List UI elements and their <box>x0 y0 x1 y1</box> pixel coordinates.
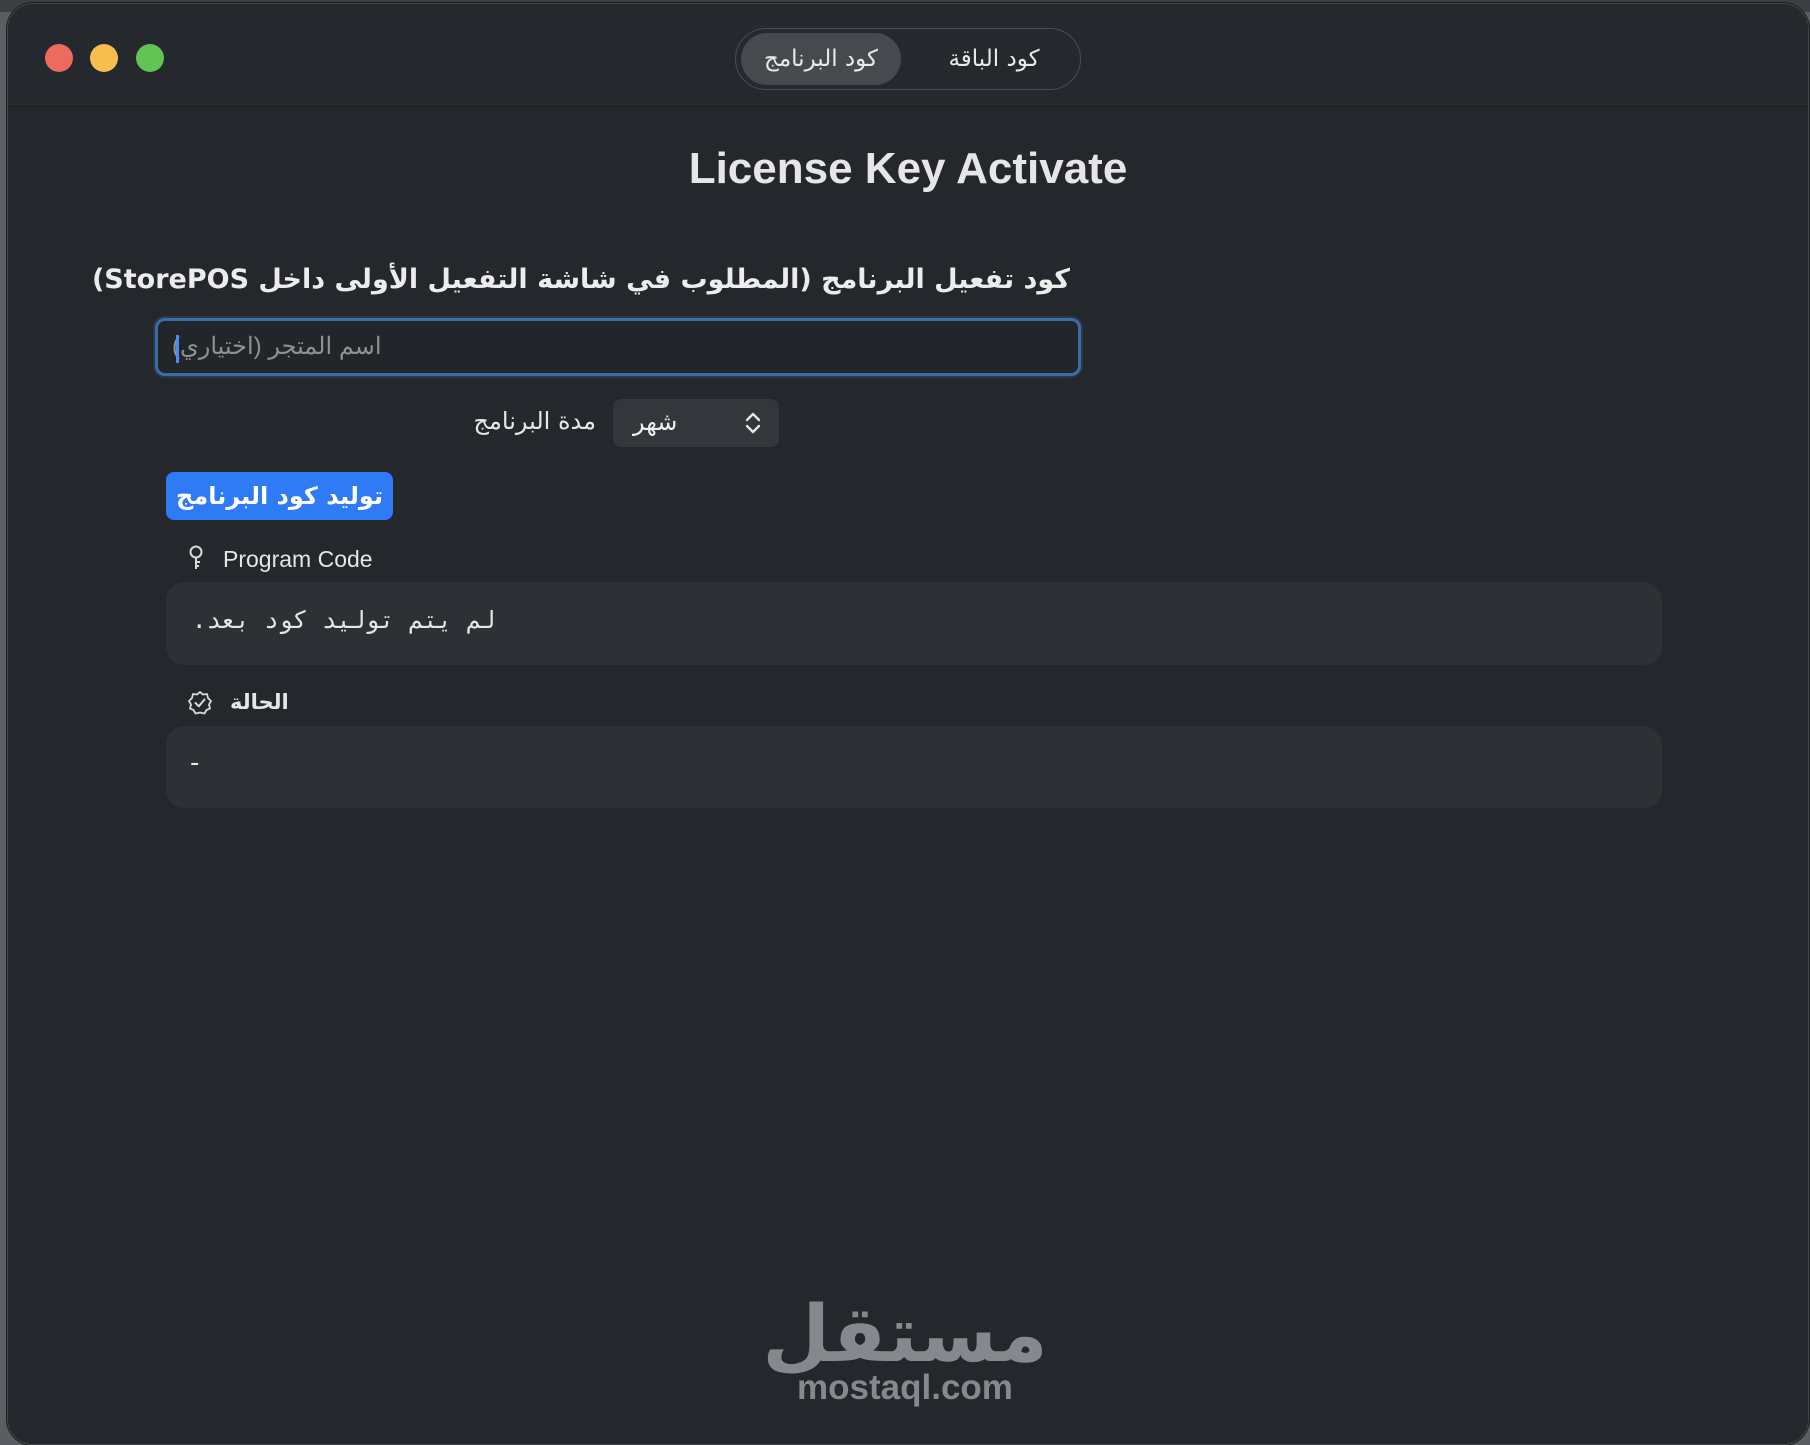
key-icon <box>189 545 203 569</box>
status-value: - <box>190 748 200 778</box>
generate-program-code-button[interactable]: توليد كود البرنامج <box>166 472 393 520</box>
page-title: License Key Activate <box>688 144 1128 193</box>
tab-package-code[interactable]: كود الباقة <box>914 33 1074 85</box>
app-window: كود البرنامج كود الباقة License Key Acti… <box>7 3 1809 1445</box>
duration-selected-value: شهر <box>633 408 678 436</box>
program-code-value: لم يتم توليد كود بعد. <box>192 606 496 634</box>
text-caret <box>176 335 179 363</box>
tab-program-code[interactable]: كود البرنامج <box>741 33 901 85</box>
program-code-box: لم يتم توليد كود بعد. <box>166 582 1662 665</box>
mode-segmented-control: كود البرنامج كود الباقة <box>735 28 1081 90</box>
watermark-logo: مستقل mostaql.com <box>0 1290 1810 1408</box>
checkmark-seal-icon <box>188 691 212 715</box>
store-name-input[interactable] <box>155 318 1081 376</box>
watermark-arabic: مستقل <box>762 1290 1048 1380</box>
duration-select[interactable]: شهر <box>613 399 779 447</box>
program-code-label: Program Code <box>223 546 373 572</box>
close-window-button[interactable] <box>45 44 73 72</box>
minimize-window-button[interactable] <box>90 44 118 72</box>
watermark-latin: mostaql.com <box>797 1368 1013 1407</box>
chevron-up-down-icon <box>745 412 761 434</box>
section-title: كود تفعيل البرنامج (المطلوب في شاشة التف… <box>91 264 1070 295</box>
zoom-window-button[interactable] <box>136 44 164 72</box>
titlebar: كود البرنامج كود الباقة <box>8 4 1808 107</box>
status-label: الحالة <box>230 690 289 714</box>
status-box: - <box>166 726 1662 808</box>
duration-label: مدة البرنامج <box>473 407 596 435</box>
